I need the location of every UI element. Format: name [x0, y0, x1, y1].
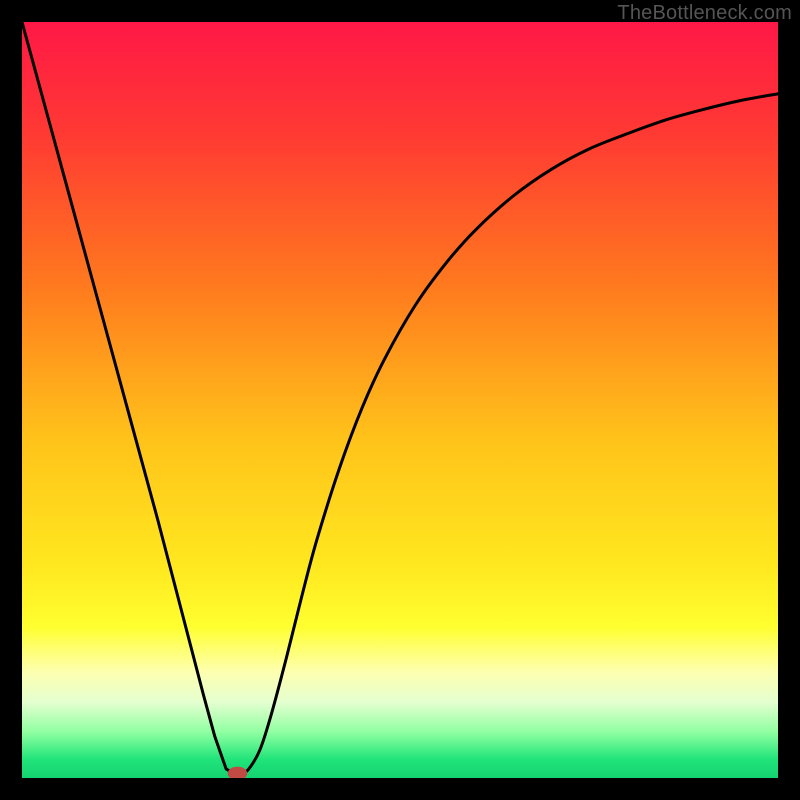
bottleneck-chart [22, 22, 778, 778]
chart-background [22, 22, 778, 778]
chart-frame [22, 22, 778, 778]
